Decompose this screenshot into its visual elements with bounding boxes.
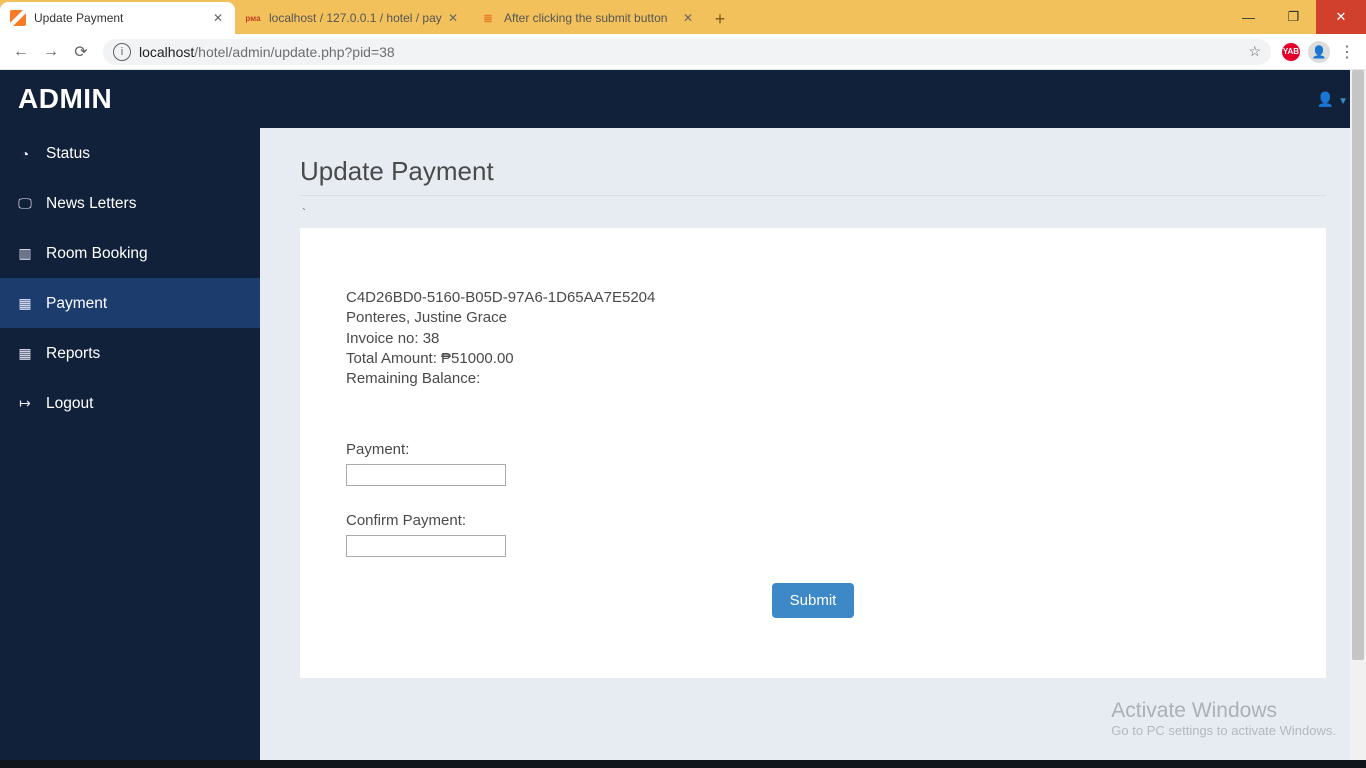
sidebar-item-status[interactable]: ◔ Status (0, 128, 260, 178)
payment-card: C4D26BD0-5160-B05D-97A6-1D65AA7E5204 Pon… (300, 228, 1326, 678)
profile-avatar[interactable]: 👤 (1308, 41, 1330, 63)
logout-icon: ↦ (14, 395, 36, 412)
tab-2[interactable]: ≣ After clicking the submit button ✕ (470, 2, 705, 34)
page-title: Update Payment (300, 156, 1326, 187)
divider (300, 195, 1326, 196)
tab-1[interactable]: pма localhost / 127.0.0.1 / hotel / pay … (235, 2, 470, 34)
admin-app: ADMIN 👤 ▼ ◔ Status 🖵 News Letters ▥ Room… (0, 70, 1366, 760)
sidebar-item-label: Status (46, 145, 90, 163)
close-icon[interactable]: ✕ (211, 11, 225, 25)
info-block: C4D26BD0-5160-B05D-97A6-1D65AA7E5204 Pon… (346, 288, 1280, 389)
monitor-icon: 🖵 (14, 195, 36, 212)
brand-title: ADMIN (18, 83, 112, 115)
url-host: localhost (139, 44, 194, 60)
user-menu[interactable]: 👤 ▼ (1317, 91, 1348, 108)
confirm-payment-input[interactable] (346, 535, 506, 557)
tab-0[interactable]: Update Payment ✕ (0, 2, 235, 34)
phpmyadmin-icon: pма (245, 10, 261, 26)
close-icon[interactable]: ✕ (681, 11, 695, 25)
grid-icon: ▦ (14, 295, 36, 312)
guid-line: C4D26BD0-5160-B05D-97A6-1D65AA7E5204 (346, 288, 1280, 308)
sidebar-item-label: Reports (46, 345, 100, 363)
sidebar-item-label: News Letters (46, 195, 136, 213)
user-icon: 👤 (1317, 91, 1334, 108)
payment-input[interactable] (346, 464, 506, 486)
browser-chrome: Update Payment ✕ pма localhost / 127.0.0… (0, 0, 1366, 70)
submit-button[interactable]: Submit (772, 583, 855, 618)
total-line: Total Amount: ₱51000.00 (346, 349, 1280, 369)
grid-icon: ▦ (14, 345, 36, 362)
sidebar-item-payment[interactable]: ▦ Payment (0, 278, 260, 328)
scrollbar-track[interactable] (1350, 70, 1366, 760)
app-body: ◔ Status 🖵 News Letters ▥ Room Booking ▦… (0, 128, 1366, 760)
balance-line: Remaining Balance: (346, 369, 1280, 389)
sidebar-item-reports[interactable]: ▦ Reports (0, 328, 260, 378)
close-icon[interactable]: ✕ (446, 11, 460, 25)
sidebar-item-label: Logout (46, 395, 93, 413)
name-line: Ponteres, Justine Grace (346, 308, 1280, 328)
xampp-icon (10, 10, 26, 26)
sidebar-item-room-booking[interactable]: ▥ Room Booking (0, 228, 260, 278)
new-tab-button[interactable]: + (705, 9, 735, 34)
stackoverflow-icon: ≣ (480, 10, 496, 26)
payment-form: Payment: Confirm Payment: Submit (346, 441, 1280, 618)
minimize-button[interactable]: — (1226, 0, 1271, 34)
sidebar-item-label: Room Booking (46, 245, 148, 263)
tab-title: localhost / 127.0.0.1 / hotel / pay (269, 11, 446, 25)
tab-bar: Update Payment ✕ pма localhost / 127.0.0… (0, 0, 1366, 34)
sidebar: ◔ Status 🖵 News Letters ▥ Room Booking ▦… (0, 128, 260, 760)
tab-title: Update Payment (34, 11, 211, 25)
invoice-line: Invoice no: 38 (346, 329, 1280, 349)
stray-text: ` (302, 206, 1326, 220)
window-buttons: — ❐ ✕ (1226, 0, 1366, 34)
bookmark-icon[interactable]: ☆ (1248, 43, 1261, 60)
url-path: /hotel/admin/update.php?pid=38 (194, 44, 394, 60)
maximize-button[interactable]: ❐ (1271, 0, 1316, 34)
forward-button[interactable]: → (36, 37, 66, 67)
chart-icon: ▥ (14, 245, 36, 262)
chevron-down-icon: ▼ (1338, 96, 1348, 107)
reload-button[interactable]: ⟳ (66, 37, 96, 67)
taskbar (0, 760, 1366, 768)
site-info-icon[interactable]: i (113, 43, 131, 61)
sidebar-item-label: Payment (46, 295, 107, 313)
close-window-button[interactable]: ✕ (1316, 0, 1366, 34)
chrome-menu-icon[interactable]: ⋮ (1334, 42, 1360, 62)
app-header: ADMIN 👤 ▼ (0, 70, 1366, 128)
extension-yab[interactable]: YAB (1278, 43, 1304, 61)
viewport: ADMIN 👤 ▼ ◔ Status 🖵 News Letters ▥ Room… (0, 70, 1366, 760)
confirm-payment-label: Confirm Payment: (346, 512, 1280, 529)
dashboard-icon: ◔ (14, 146, 36, 162)
tab-title: After clicking the submit button (504, 11, 681, 25)
back-button[interactable]: ← (6, 37, 36, 67)
address-bar: ← → ⟳ i localhost/hotel/admin/update.php… (0, 34, 1366, 70)
scrollbar-thumb[interactable] (1352, 70, 1364, 660)
sidebar-item-logout[interactable]: ↦ Logout (0, 378, 260, 428)
sidebar-item-newsletters[interactable]: 🖵 News Letters (0, 178, 260, 228)
content: Update Payment ` C4D26BD0-5160-B05D-97A6… (260, 128, 1366, 760)
payment-label: Payment: (346, 441, 1280, 458)
omnibox[interactable]: i localhost/hotel/admin/update.php?pid=3… (102, 38, 1272, 66)
